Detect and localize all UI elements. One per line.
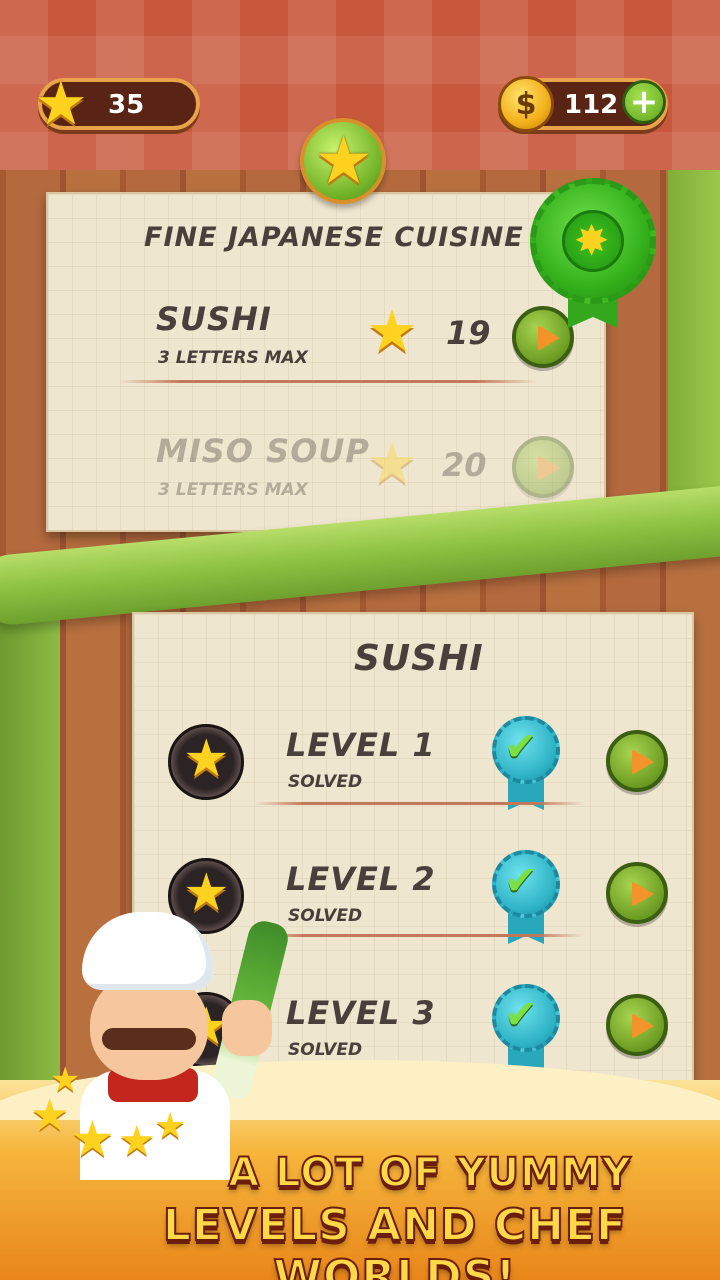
chef-hat-icon	[82, 912, 214, 990]
divider	[118, 380, 538, 383]
world-item-stars: 20	[442, 446, 487, 484]
level-name: LEVEL 2	[286, 860, 436, 898]
divider	[254, 802, 584, 805]
stars-count: 35	[108, 90, 145, 120]
slogan-line-1: A LOT OF YUMMY	[227, 1149, 632, 1197]
coins-counter: $ 112 +	[498, 76, 668, 132]
star-icon: ★	[366, 429, 418, 497]
world-item-subtitle: 3 LETTERS MAX	[158, 348, 308, 368]
green-wall-right	[668, 170, 720, 530]
star-icon: ★	[183, 729, 230, 789]
world-card: FINE JAPANESE CUISINE SUSHI 3 LETTERS MA…	[46, 192, 606, 532]
play-button-level-1[interactable]	[606, 730, 668, 792]
world-item-subtitle: 3 LETTERS MAX	[158, 480, 308, 500]
chef-hand	[222, 1000, 272, 1056]
play-button-level-2[interactable]	[606, 862, 668, 924]
world-title: FINE JAPANESE CUISINE	[144, 222, 524, 253]
chef-mustache	[102, 1028, 196, 1050]
play-button-miso-soup[interactable]	[512, 436, 574, 498]
check-ribbon-icon: ✔	[488, 850, 564, 946]
world-item-name: MISO SOUP	[156, 432, 370, 470]
globe-icon: ★	[300, 118, 386, 204]
coin-icon: $	[498, 76, 554, 132]
coins-count: 112	[564, 90, 619, 120]
level-status: SOLVED	[288, 772, 363, 792]
level-name: LEVEL 1	[286, 726, 436, 764]
level-card-title: SUSHI	[354, 638, 484, 679]
add-coins-button[interactable]: +	[622, 80, 666, 124]
world-item-name: SUSHI	[156, 300, 272, 338]
star-icon: ★	[154, 1106, 187, 1147]
star-icon: ★	[34, 69, 88, 139]
world-item-stars: 19	[446, 314, 491, 352]
star-icon: ★	[314, 122, 374, 199]
check-ribbon-icon: ✔	[488, 716, 564, 812]
star-icon: ★	[366, 297, 418, 365]
slogan-line-2: LEVELS AND CHEF WORLDS!	[162, 1199, 628, 1280]
frying-pan-icon: ★	[168, 724, 244, 800]
stars-counter: ★ 35	[34, 74, 200, 134]
star-icon: ★	[30, 1090, 70, 1141]
play-button-level-3[interactable]	[606, 994, 668, 1056]
medal-icon: ✸	[530, 178, 656, 328]
